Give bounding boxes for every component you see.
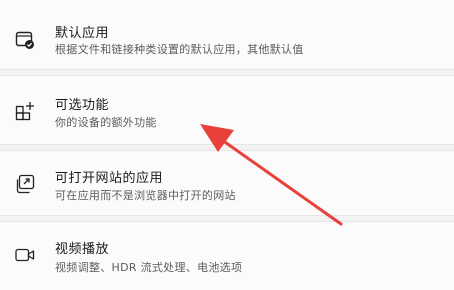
item-title: 视频播放 [55, 242, 110, 257]
settings-item-optional-features[interactable]: 可选功能 你的设备的额外功能 [0, 75, 454, 145]
item-title: 可打开网站的应用 [55, 171, 164, 186]
item-title: 默认应用 [55, 26, 110, 41]
settings-apps-page: 默认应用 根据文件和链接种类设置的默认应用，其他默认值 可选功能 你的设备的额外… [0, 0, 454, 290]
item-title: 可选功能 [55, 98, 110, 113]
settings-item-default-apps[interactable]: 默认应用 根据文件和链接种类设置的默认应用，其他默认值 [0, 0, 454, 70]
settings-item-apps-for-websites[interactable]: 可打开网站的应用 可在应用而不是浏览器中打开的网站 [0, 150, 454, 216]
default-apps-icon [14, 29, 36, 51]
item-subtitle: 你的设备的额外功能 [55, 116, 157, 129]
item-subtitle: 视频调整、HDR 流式处理、电池选项 [55, 261, 243, 274]
optional-features-icon [14, 100, 36, 122]
settings-item-video-playback[interactable]: 视频播放 视频调整、HDR 流式处理、电池选项 [0, 221, 454, 290]
item-subtitle: 根据文件和链接种类设置的默认应用，其他默认值 [55, 43, 304, 56]
item-subtitle: 可在应用而不是浏览器中打开的网站 [55, 189, 236, 202]
video-camera-icon [14, 244, 36, 266]
apps-for-websites-icon [14, 173, 36, 195]
